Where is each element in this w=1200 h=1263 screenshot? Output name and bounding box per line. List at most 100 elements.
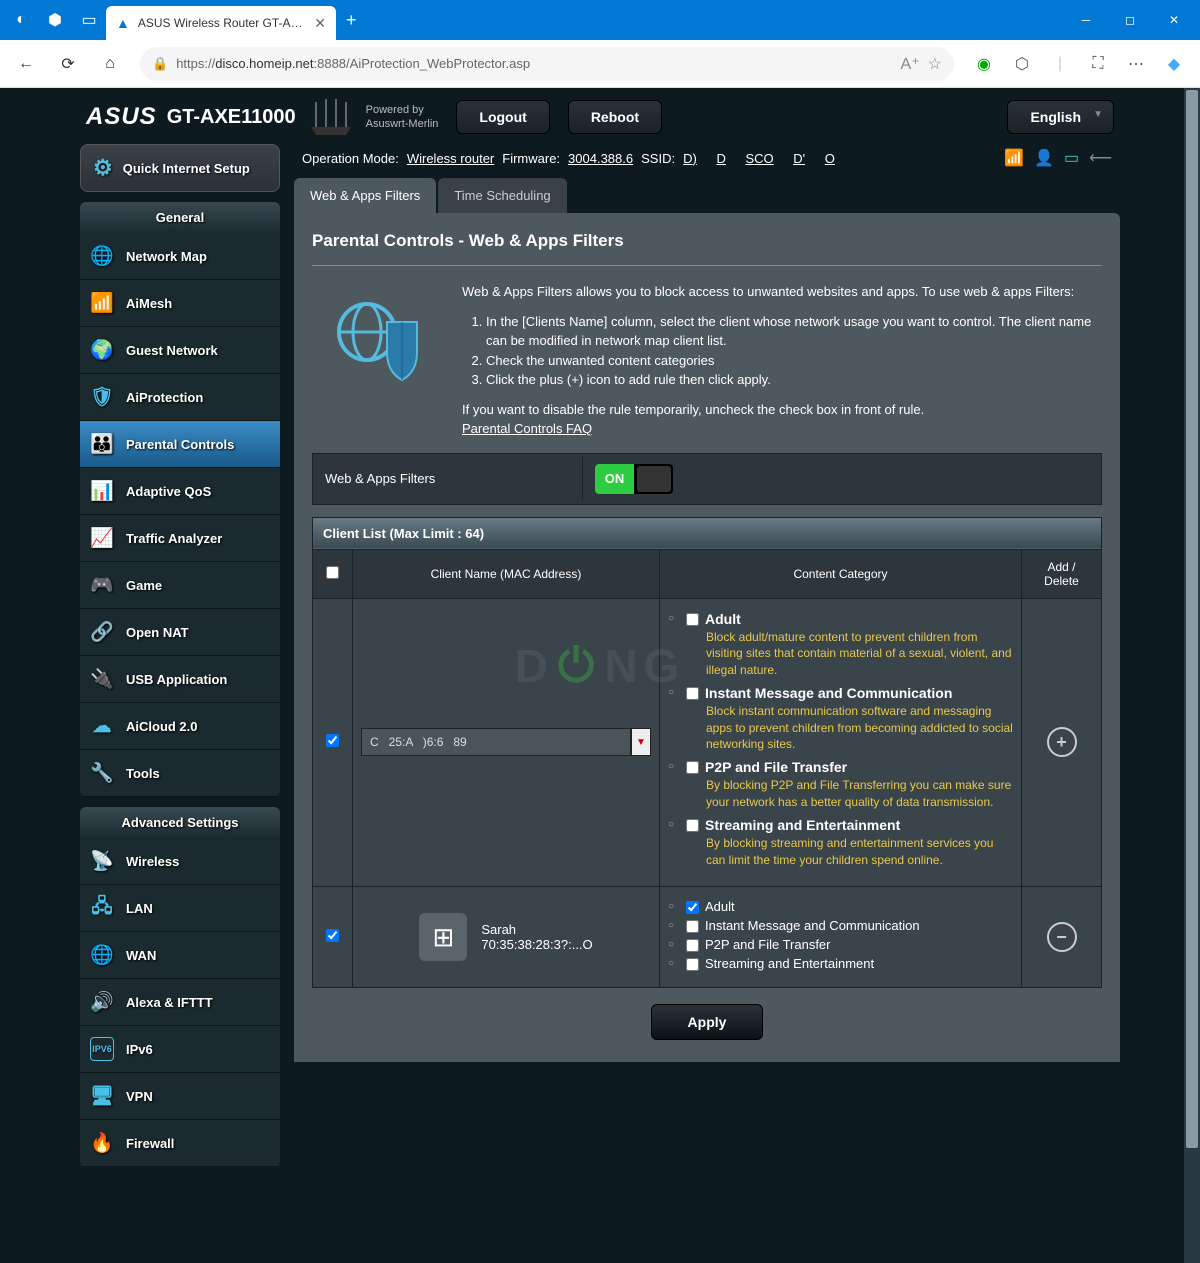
- address-bar[interactable]: 🔒 https://disco.homeip.net:8888/AiProtec…: [140, 47, 954, 81]
- category-checkbox[interactable]: [686, 819, 699, 832]
- quick-internet-setup[interactable]: ⚙ Quick Internet Setup: [80, 144, 280, 192]
- ssid-link[interactable]: D): [683, 151, 697, 166]
- faq-link[interactable]: Parental Controls FAQ: [462, 421, 592, 436]
- home-button[interactable]: ⌂: [92, 46, 128, 82]
- category-option[interactable]: Adult: [686, 899, 1013, 914]
- back-button[interactable]: ←: [8, 46, 44, 82]
- language-select[interactable]: English: [1007, 100, 1114, 134]
- ssid-link[interactable]: D': [793, 151, 805, 166]
- sidebar-item-aimesh[interactable]: 📶AiMesh: [80, 280, 280, 327]
- sidebar-item-adaptive-qos[interactable]: 📊Adaptive QoS: [80, 468, 280, 515]
- category-checkbox[interactable]: [686, 687, 699, 700]
- sidebar-item-aicloud-2-0[interactable]: ☁AiCloud 2.0: [80, 703, 280, 750]
- category-option[interactable]: Streaming and Entertainment: [686, 817, 1013, 833]
- scrollbar[interactable]: [1184, 88, 1200, 1263]
- copilot-icon[interactable]: ◆: [1156, 46, 1192, 82]
- tab-title: ASUS Wireless Router GT-AXE11: [138, 16, 306, 30]
- filter-toggle[interactable]: ON: [595, 464, 673, 494]
- category-title: Adult: [705, 899, 735, 914]
- usb-status-icon[interactable]: ⟵: [1089, 148, 1112, 168]
- select-all-checkbox[interactable]: [326, 566, 339, 579]
- tab-actions-icon[interactable]: ▭: [72, 3, 106, 37]
- ssid-link[interactable]: SCO: [745, 151, 773, 166]
- sidebar-item-ipv6[interactable]: IPV6IPv6: [80, 1026, 280, 1073]
- category-description: By blocking P2P and File Transferring yo…: [706, 777, 1013, 811]
- tab-web-apps-filters[interactable]: Web & Apps Filters: [294, 178, 436, 213]
- category-checkbox[interactable]: [686, 939, 699, 952]
- client-dropdown-arrow[interactable]: ▼: [631, 728, 651, 756]
- add-rule-button[interactable]: +: [1047, 727, 1077, 757]
- app-icon[interactable]: ◐: [4, 3, 38, 37]
- category-description: By blocking streaming and entertainment …: [706, 835, 1013, 869]
- op-mode-link[interactable]: Wireless router: [407, 151, 494, 166]
- table-row: ▼ Adult Block adult/mature content to pre…: [313, 598, 1102, 887]
- favorite-icon[interactable]: ☆: [928, 54, 942, 74]
- more-icon[interactable]: ⋯: [1118, 46, 1154, 82]
- category-checkbox[interactable]: [686, 920, 699, 933]
- category-option[interactable]: Instant Message and Communication: [686, 685, 1013, 701]
- category-option[interactable]: P2P and File Transfer: [686, 937, 1013, 952]
- grammarly-icon[interactable]: ◉: [966, 46, 1002, 82]
- maximize-button[interactable]: ◻: [1108, 0, 1152, 40]
- sidebar-icon: ☁: [90, 714, 114, 738]
- wifi-status-icon[interactable]: 📶: [1004, 148, 1024, 168]
- category-checkbox[interactable]: [686, 958, 699, 971]
- client-table: Client List (Max Limit : 64) Client Name…: [312, 517, 1102, 989]
- reader-icon[interactable]: A⁺: [901, 54, 920, 74]
- sidebar-item-alexa-ifttt[interactable]: 🔊Alexa & IFTTT: [80, 979, 280, 1026]
- refresh-button[interactable]: ⟳: [50, 46, 86, 82]
- category-description: Block adult/mature content to prevent ch…: [706, 629, 1013, 679]
- screenshot-icon[interactable]: ⛶: [1080, 46, 1116, 82]
- tab-favicon-icon: ▲: [116, 15, 130, 31]
- workspaces-icon[interactable]: ⬢: [38, 3, 72, 37]
- sidebar-item-label: VPN: [126, 1089, 153, 1104]
- close-window-button[interactable]: ✕: [1152, 0, 1196, 40]
- sidebar-item-open-nat[interactable]: 🔗Open NAT: [80, 609, 280, 656]
- sidebar-item-network-map[interactable]: 🌐Network Map: [80, 233, 280, 280]
- sidebar-item-wireless[interactable]: 📡Wireless: [80, 838, 280, 885]
- sidebar-item-lan[interactable]: 🖧LAN: [80, 885, 280, 932]
- row-enable-checkbox[interactable]: [326, 929, 339, 942]
- category-checkbox[interactable]: [686, 613, 699, 626]
- category-option[interactable]: Streaming and Entertainment: [686, 956, 1013, 971]
- sidebar-item-vpn[interactable]: 🖥VPN: [80, 1073, 280, 1120]
- category-option[interactable]: Instant Message and Communication: [686, 918, 1013, 933]
- sidebar-item-label: Alexa & IFTTT: [126, 995, 213, 1010]
- tab-time-scheduling[interactable]: Time Scheduling: [438, 178, 566, 213]
- ssid-link[interactable]: O: [825, 151, 835, 166]
- guest-status-icon[interactable]: 👤: [1034, 148, 1054, 168]
- sidebar-item-guest-network[interactable]: 🌍Guest Network: [80, 327, 280, 374]
- category-title: Adult: [705, 611, 741, 627]
- sidebar-item-game[interactable]: 🎮Game: [80, 562, 280, 609]
- firmware-link[interactable]: 3004.388.6: [568, 151, 633, 166]
- sidebar-item-usb-application[interactable]: 🔌USB Application: [80, 656, 280, 703]
- delete-rule-button[interactable]: −: [1047, 922, 1077, 952]
- row-enable-checkbox[interactable]: [326, 734, 339, 747]
- sidebar-item-aiprotection[interactable]: 🛡AiProtection: [80, 374, 280, 421]
- sidebar-icon: 🔗: [90, 620, 114, 644]
- minimize-button[interactable]: ─: [1064, 0, 1108, 40]
- sidebar-item-wan[interactable]: 🌐WAN: [80, 932, 280, 979]
- sidebar-item-tools[interactable]: 🔧Tools: [80, 750, 280, 797]
- ssid-link[interactable]: D: [716, 151, 725, 166]
- apply-button[interactable]: Apply: [651, 1004, 764, 1040]
- tab-close-icon[interactable]: ✕: [314, 15, 326, 32]
- category-checkbox[interactable]: [686, 761, 699, 774]
- gear-icon: ⚙: [93, 155, 113, 181]
- logout-button[interactable]: Logout: [456, 100, 549, 134]
- category-title: Instant Message and Communication: [705, 918, 920, 933]
- category-option[interactable]: Adult: [686, 611, 1013, 627]
- category-description: Block instant communication software and…: [706, 703, 1013, 753]
- category-checkbox[interactable]: [686, 901, 699, 914]
- lan-status-icon[interactable]: ▭: [1064, 148, 1079, 168]
- extensions-icon[interactable]: ⬡: [1004, 46, 1040, 82]
- category-option[interactable]: P2P and File Transfer: [686, 759, 1013, 775]
- sidebar-item-firewall[interactable]: 🔥Firewall: [80, 1120, 280, 1167]
- browser-tab[interactable]: ▲ ASUS Wireless Router GT-AXE11 ✕: [106, 6, 336, 40]
- sidebar-item-parental-controls[interactable]: 👪Parental Controls: [80, 421, 280, 468]
- new-tab-button[interactable]: +: [336, 10, 367, 31]
- sidebar-item-label: Firewall: [126, 1136, 174, 1151]
- sidebar-item-traffic-analyzer[interactable]: 📈Traffic Analyzer: [80, 515, 280, 562]
- reboot-button[interactable]: Reboot: [568, 100, 662, 134]
- client-mac-input[interactable]: [361, 728, 631, 756]
